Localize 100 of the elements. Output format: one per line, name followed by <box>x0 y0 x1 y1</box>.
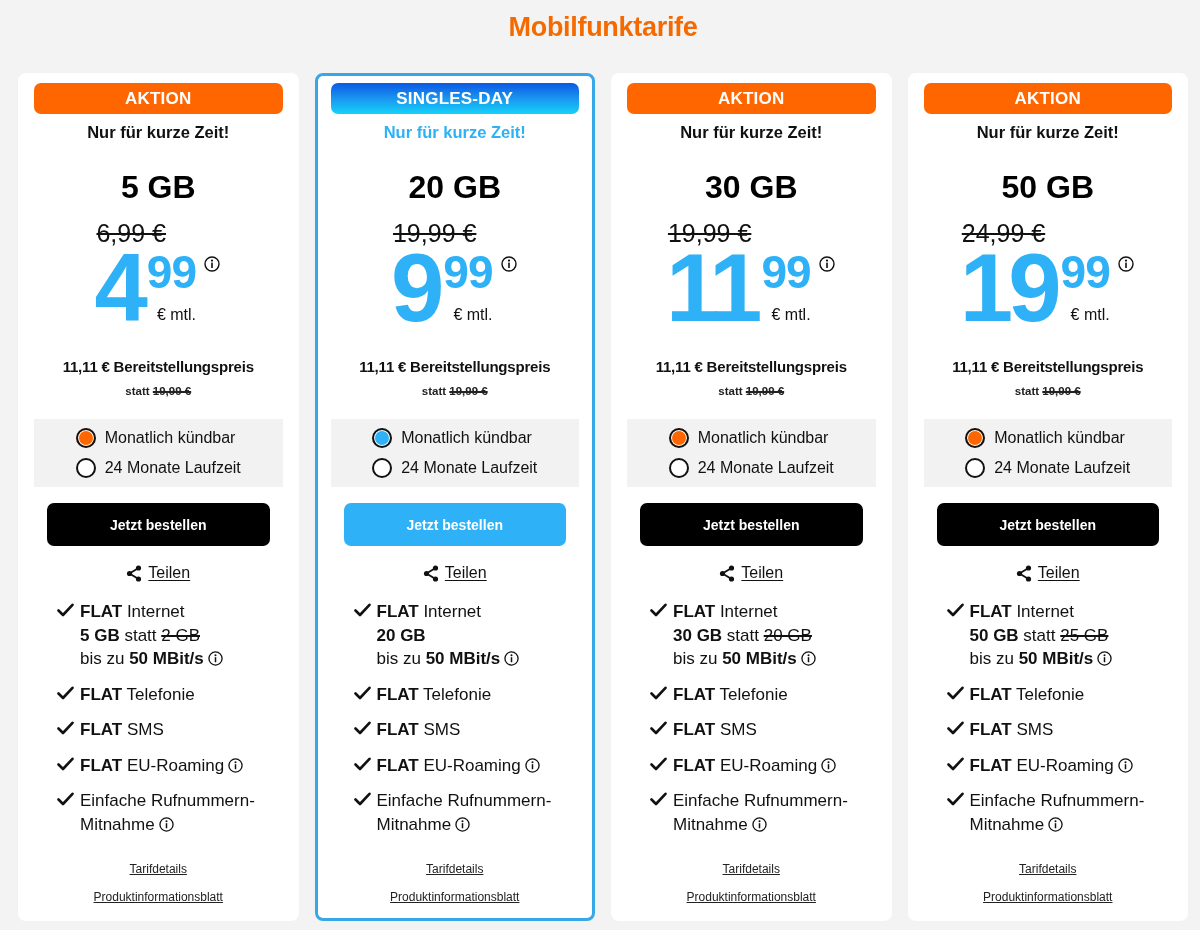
info-icon[interactable] <box>1117 757 1133 773</box>
check-icon <box>650 756 667 771</box>
info-icon[interactable] <box>455 816 471 832</box>
price-cents: 99 <box>146 252 197 292</box>
promo-badge: AKTION <box>923 83 1172 114</box>
check-icon <box>650 685 667 700</box>
document-link[interactable]: Tarifdetails <box>129 861 187 877</box>
radio-option[interactable]: 24 Monate Laufzeit <box>372 453 538 483</box>
feature-text: Mitnahme <box>969 814 1045 834</box>
price-euros: 19 <box>959 248 1057 328</box>
price-unit: € mtl. <box>156 305 197 325</box>
share-icon <box>422 564 439 582</box>
check-icon <box>57 792 74 806</box>
check-icon <box>353 721 371 735</box>
tagline: Nur für kurze Zeit! <box>383 122 526 143</box>
promo-badge: AKTION <box>627 83 876 114</box>
info-icon[interactable] <box>1048 816 1064 832</box>
setup-old-price: statt 19,99 € <box>421 384 488 399</box>
document-link[interactable]: Produktinformationsblatt <box>390 889 520 905</box>
data-volume-text: 20 GB <box>376 625 426 645</box>
feature-text: Einfache Rufnummern- <box>376 791 552 810</box>
info-icon[interactable] <box>158 816 174 832</box>
feature-text: Einfache Rufnummern- <box>673 791 848 810</box>
order-button[interactable]: Jetzt bestellen <box>47 503 270 546</box>
document-link[interactable]: Produktinformationsblatt <box>686 889 816 905</box>
info-icon[interactable] <box>1117 256 1134 272</box>
radio-option[interactable]: Monatlich kündbar <box>965 423 1131 453</box>
data-volume-text: 30 GB statt 20 GB <box>673 625 812 645</box>
radio-button[interactable] <box>965 428 986 448</box>
info-icon[interactable] <box>818 256 835 272</box>
info-icon[interactable] <box>800 651 816 666</box>
check-icon <box>946 721 964 735</box>
check-icon <box>946 685 964 700</box>
old-price: 19,99 € <box>667 218 752 248</box>
radio-button[interactable] <box>668 458 689 478</box>
radio-option[interactable]: Monatlich kündbar <box>75 423 241 453</box>
order-button[interactable]: Jetzt bestellen <box>640 503 863 546</box>
data-volume: 30 GB <box>705 168 798 206</box>
info-icon[interactable] <box>228 757 244 773</box>
info-icon[interactable] <box>751 816 767 832</box>
radio-button[interactable] <box>75 458 96 478</box>
info-icon[interactable] <box>204 256 221 272</box>
price-cents: 99 <box>1060 252 1110 292</box>
document-link[interactable]: Produktinformationsblatt <box>983 889 1113 905</box>
feature-text: Einfache Rufnummern- <box>80 791 255 810</box>
price-unit: € mtl. <box>1070 305 1110 325</box>
feature-text: FLAT SMS <box>80 720 164 739</box>
info-icon[interactable] <box>1097 651 1113 666</box>
promo-badge: SINGLES-DAY <box>330 83 579 114</box>
share-icon <box>719 564 736 582</box>
feature-text: FLAT Internet <box>376 602 482 621</box>
radio-option[interactable]: 24 Monate Laufzeit <box>668 453 834 483</box>
feature-text: FLAT SMS <box>376 720 461 739</box>
info-icon[interactable] <box>524 757 540 773</box>
check-icon <box>946 603 964 617</box>
feature-text: FLAT Telefonie <box>80 684 195 704</box>
document-link[interactable]: Tarifdetails <box>426 861 484 877</box>
radio-button[interactable] <box>372 428 393 448</box>
share-link[interactable]: Teilen <box>126 563 191 583</box>
radio-option[interactable]: 24 Monate Laufzeit <box>75 453 241 483</box>
radio-button[interactable] <box>668 428 689 448</box>
radio-option[interactable]: 24 Monate Laufzeit <box>965 453 1131 483</box>
share-icon <box>1015 564 1032 582</box>
setup-old-price: statt 19,99 € <box>1014 384 1081 399</box>
feature-text: FLAT Internet <box>80 602 185 621</box>
price-euros: 4 <box>94 248 143 328</box>
feature-text: FLAT EU-Roaming <box>969 755 1114 775</box>
share-link[interactable]: Teilen <box>422 563 487 583</box>
speed-text: bis zu 50 MBit/s <box>376 649 501 668</box>
price-unit: € mtl. <box>453 305 493 325</box>
order-button[interactable]: Jetzt bestellen <box>936 503 1159 546</box>
speed-text: bis zu 50 MBit/s <box>673 649 797 668</box>
check-icon <box>353 685 371 700</box>
check-icon <box>946 756 964 771</box>
document-link[interactable]: Tarifdetails <box>1019 861 1077 877</box>
check-icon <box>650 721 667 735</box>
promo-badge: AKTION <box>34 83 283 114</box>
check-icon <box>57 756 74 771</box>
feature-text: FLAT Telefonie <box>376 684 492 704</box>
radio-option[interactable]: Monatlich kündbar <box>372 423 538 453</box>
radio-button[interactable] <box>372 458 393 478</box>
old-price: 19,99 € <box>392 218 477 248</box>
radio-button[interactable] <box>75 428 96 448</box>
info-icon[interactable] <box>207 651 223 666</box>
old-price: 6,99 € <box>96 218 166 248</box>
speed-text: bis zu 50 MBit/s <box>80 649 204 668</box>
radio-option[interactable]: Monatlich kündbar <box>668 423 834 453</box>
price-unit: € mtl. <box>771 305 811 325</box>
share-link[interactable]: Teilen <box>719 563 784 583</box>
setup-fee: 11,11 € Bereitstellungspreis <box>359 357 551 377</box>
check-icon <box>353 603 371 617</box>
info-icon[interactable] <box>500 256 517 272</box>
info-icon[interactable] <box>821 757 837 773</box>
info-icon[interactable] <box>504 651 520 666</box>
share-link[interactable]: Teilen <box>1015 563 1080 583</box>
document-link[interactable]: Produktinformationsblatt <box>93 889 223 905</box>
document-link[interactable]: Tarifdetails <box>722 861 780 877</box>
data-volume: 5 GB <box>120 168 196 206</box>
setup-old-price: statt 19,99 € <box>718 384 785 399</box>
radio-button[interactable] <box>965 458 986 478</box>
